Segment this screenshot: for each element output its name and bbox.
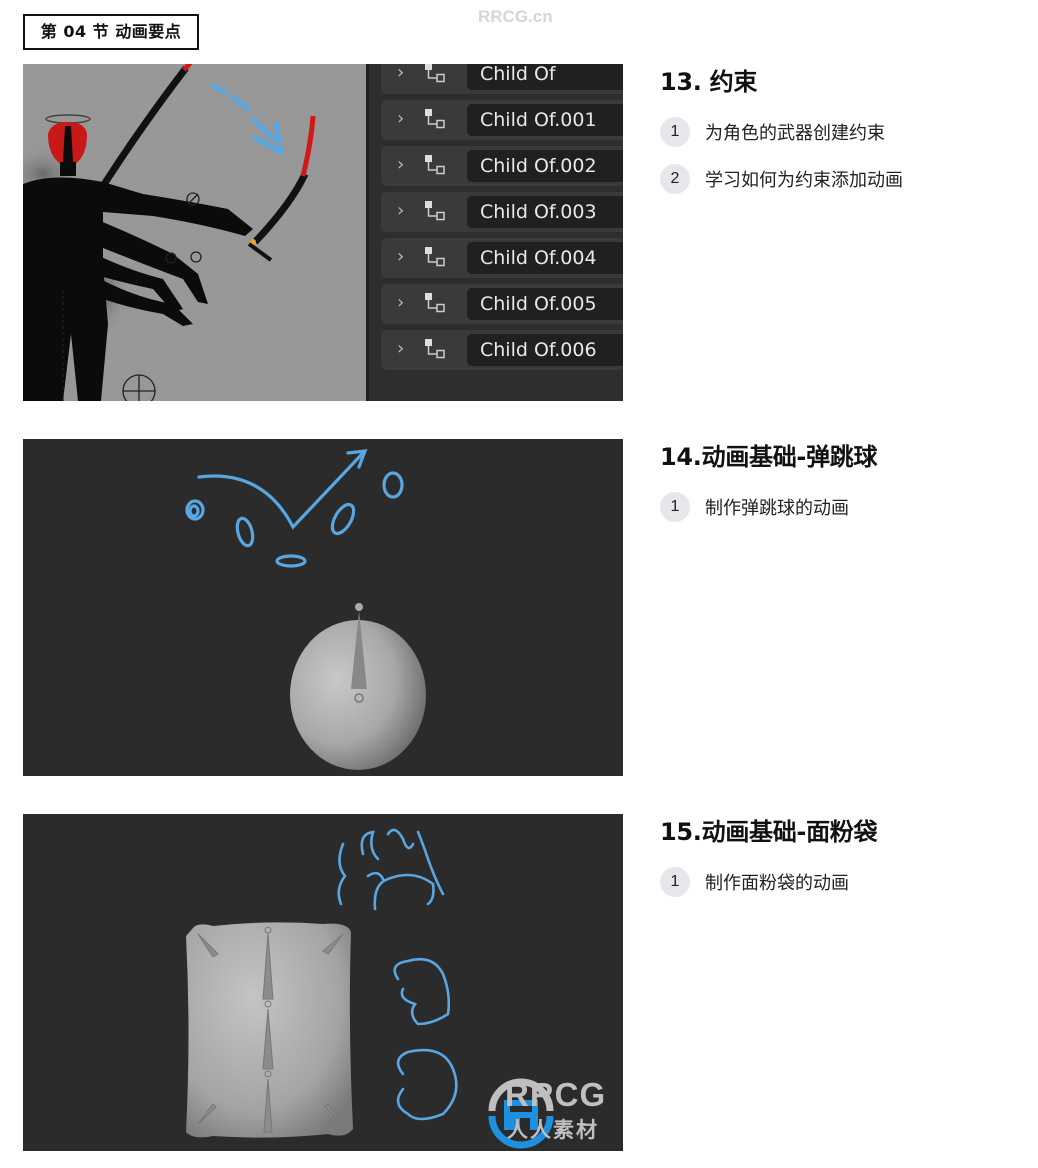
expand-chevron-icon[interactable]: › <box>397 292 404 313</box>
constraint-name-field[interactable]: Child Of.001 <box>467 104 623 136</box>
constraint-panel: › Child Of › Child Of.001 › Child Of.002 <box>366 64 623 401</box>
constraint-row[interactable]: › Child Of <box>381 64 623 94</box>
character-scene: › Child Of › Child Of.001 › Child Of.002 <box>23 64 623 401</box>
bouncing-ball-scene <box>23 439 623 776</box>
lesson-title: 15.动画基础-面粉袋 <box>660 818 878 846</box>
bullet-text: 学习如何为约束添加动画 <box>705 170 903 191</box>
logo-cn: 人人素材 <box>507 1118 599 1142</box>
constraint-name-field[interactable]: Child Of.002 <box>467 150 623 182</box>
constraint-name-field[interactable]: Child Of.004 <box>467 242 623 274</box>
logo-word: RRCG <box>505 1076 607 1113</box>
child-of-constraint-icon <box>425 201 445 221</box>
expand-chevron-icon[interactable]: › <box>397 246 404 267</box>
child-of-constraint-icon <box>425 64 445 83</box>
expand-chevron-icon[interactable]: › <box>397 154 404 175</box>
lesson-title: 14.动画基础-弹跳球 <box>660 443 878 471</box>
lesson-14-image <box>23 439 623 776</box>
child-of-constraint-icon <box>425 155 445 175</box>
constraint-row[interactable]: › Child Of.004 <box>381 238 623 278</box>
child-of-constraint-icon <box>425 247 445 267</box>
child-of-constraint-icon <box>425 339 445 359</box>
constraint-row[interactable]: › Child Of.006 <box>381 330 623 370</box>
lesson-13: 13. 约束 1 为角色的武器创建约束 2 学习如何为约束添加动画 <box>660 64 1030 210</box>
lesson-points: 1 制作弹跳球的动画 <box>660 491 1030 523</box>
bullet-text: 制作弹跳球的动画 <box>705 498 849 519</box>
list-item: 1 制作弹跳球的动画 <box>660 491 1030 523</box>
lesson-15-image: RRCG 人人素材 <box>23 814 623 1151</box>
rrcg-logo: RRCG 人人素材 <box>421 1072 621 1150</box>
list-item: 1 制作面粉袋的动画 <box>660 866 1030 898</box>
section-label: 第 04 节 动画要点 <box>23 14 199 50</box>
expand-chevron-icon[interactable]: › <box>397 200 404 221</box>
bullet-number: 1 <box>660 867 690 897</box>
child-of-constraint-icon <box>425 293 445 313</box>
lesson-13-image: › Child Of › Child Of.001 › Child Of.002 <box>23 64 623 401</box>
constraint-name-field[interactable]: Child Of.006 <box>467 334 623 366</box>
constraint-name-field[interactable]: Child Of.005 <box>467 288 623 320</box>
constraint-row[interactable]: › Child Of.002 <box>381 146 623 186</box>
lesson-15: 15.动画基础-面粉袋 1 制作面粉袋的动画 <box>660 814 1030 913</box>
constraint-name-field[interactable]: Child Of <box>467 64 623 90</box>
list-item: 2 学习如何为约束添加动画 <box>660 163 1030 195</box>
expand-chevron-icon[interactable]: › <box>397 64 404 83</box>
lesson-14: 14.动画基础-弹跳球 1 制作弹跳球的动画 <box>660 439 1030 538</box>
lesson-points: 1 为角色的武器创建约束 2 学习如何为约束添加动画 <box>660 116 1030 195</box>
constraint-row[interactable]: › Child Of.003 <box>381 192 623 232</box>
lesson-title: 13. 约束 <box>660 68 758 96</box>
bullet-number: 1 <box>660 492 690 522</box>
bullet-text: 为角色的武器创建约束 <box>705 123 885 144</box>
constraint-row[interactable]: › Child Of.001 <box>381 100 623 140</box>
flour-sack <box>186 922 353 1138</box>
bullet-number: 1 <box>660 117 690 147</box>
site-watermark: RRCG.cn <box>478 7 553 26</box>
constraint-name-field[interactable]: Child Of.003 <box>467 196 623 228</box>
constraint-row[interactable]: › Child Of.005 <box>381 284 623 324</box>
expand-chevron-icon[interactable]: › <box>397 338 404 359</box>
list-item: 1 为角色的武器创建约束 <box>660 116 1030 148</box>
lesson-points: 1 制作面粉袋的动画 <box>660 866 1030 898</box>
expand-chevron-icon[interactable]: › <box>397 108 404 129</box>
child-of-constraint-icon <box>425 109 445 129</box>
bullet-number: 2 <box>660 164 690 194</box>
bullet-text: 制作面粉袋的动画 <box>705 873 849 894</box>
